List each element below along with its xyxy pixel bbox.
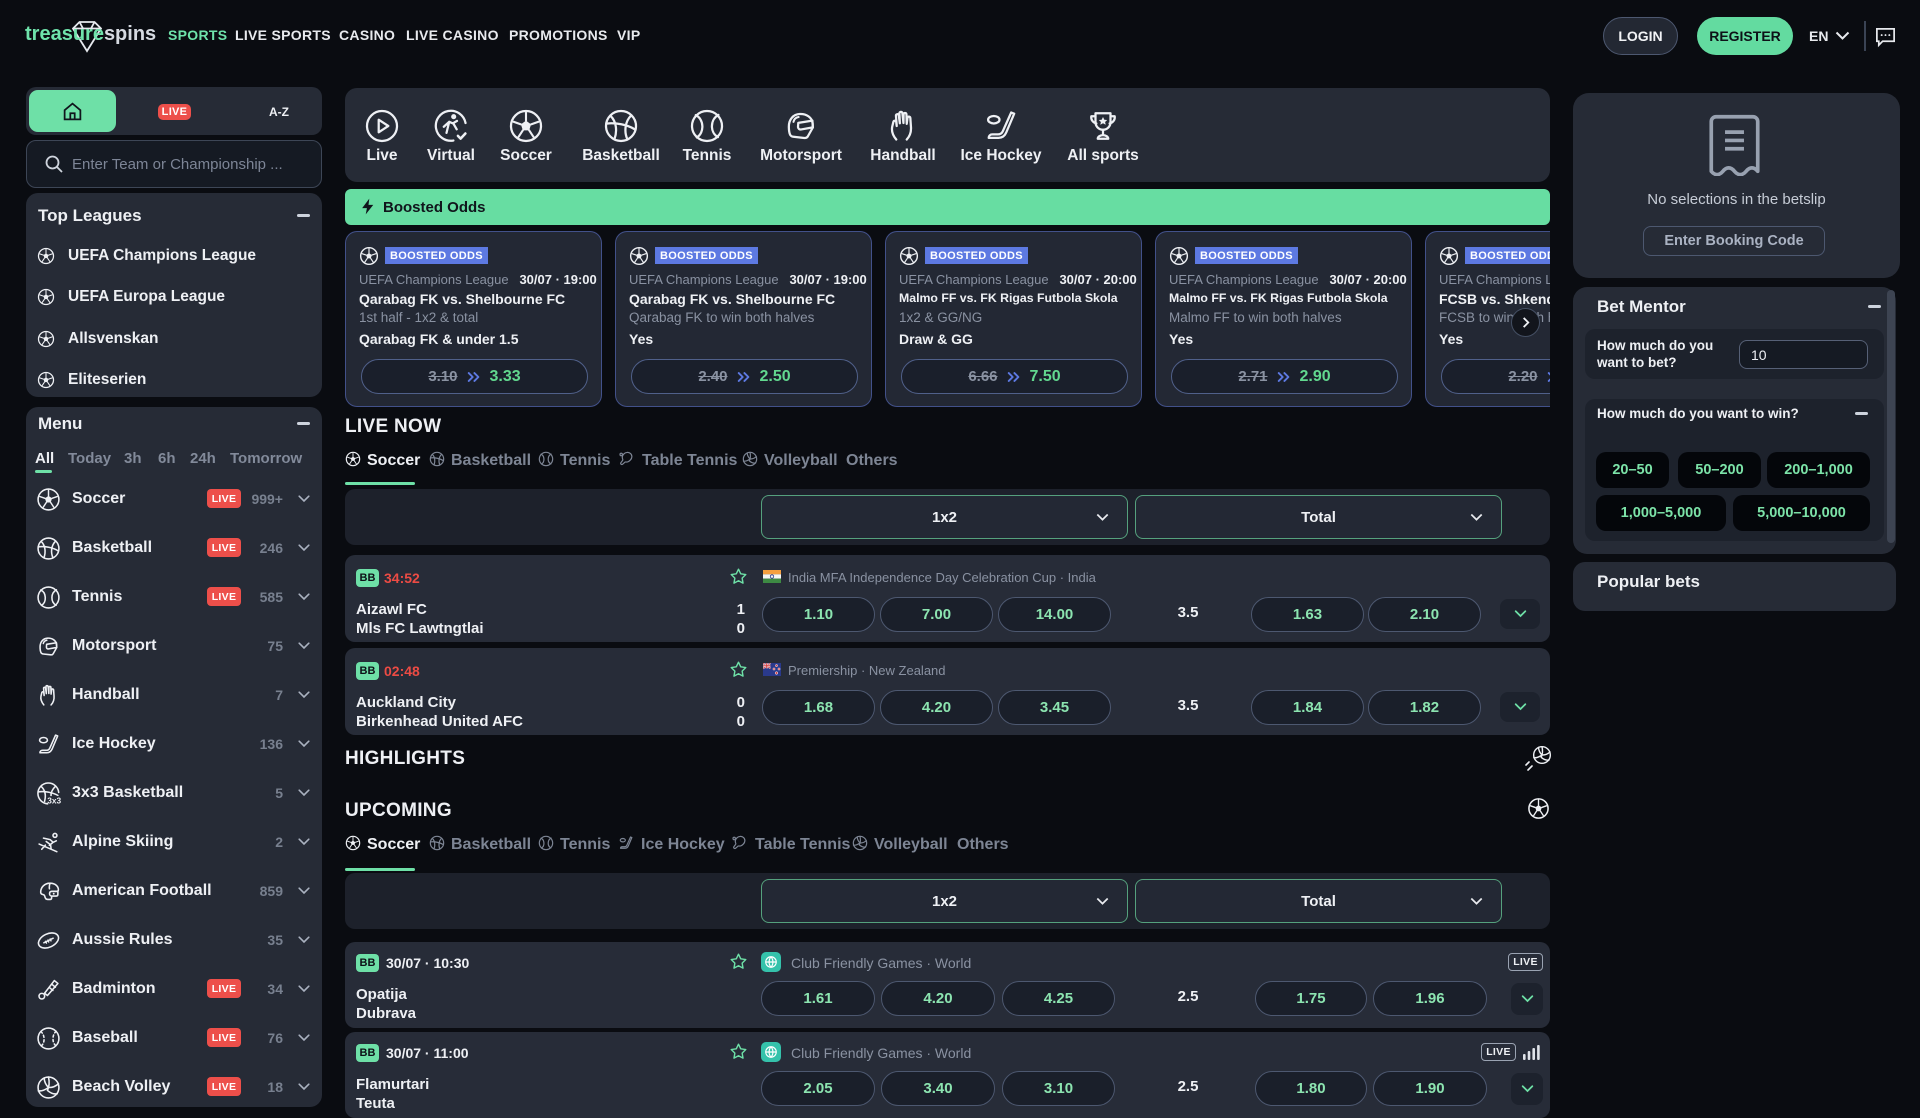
svg-text:3x3: 3x3 [47,796,61,806]
